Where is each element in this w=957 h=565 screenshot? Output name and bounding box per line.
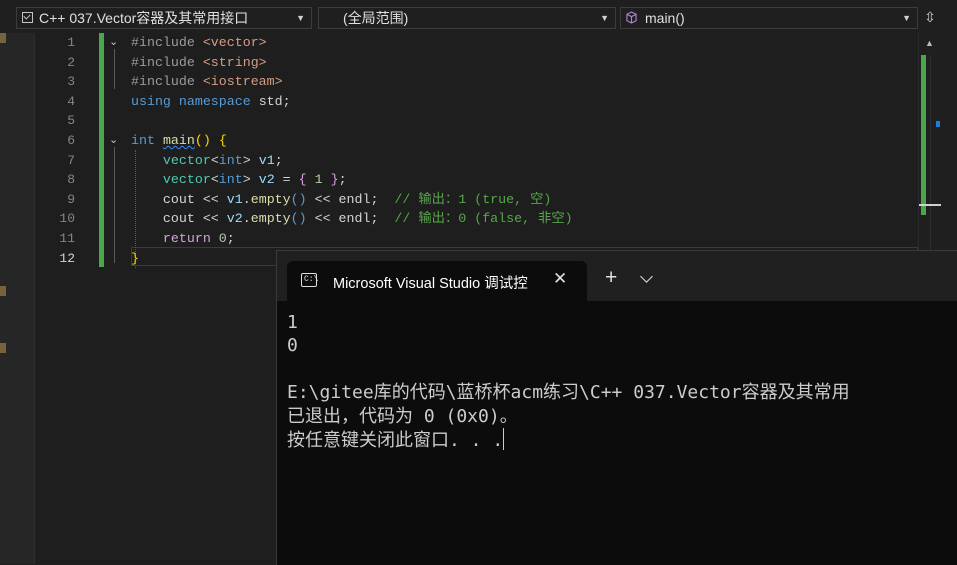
code-line-2: #include <string> — [131, 54, 267, 70]
line-number: 7 — [67, 152, 75, 168]
terminal-icon: C:\ — [301, 273, 319, 287]
scroll-change-marker — [921, 55, 926, 215]
line-number: 9 — [67, 191, 75, 207]
line-number: 10 — [59, 211, 75, 227]
terminal-icon-glyph: C:\ — [304, 275, 319, 284]
fold-toggle-icon[interactable]: ⌄ — [109, 33, 121, 53]
navigation-bar: C++ 037.Vector容器及其常用接口 ▼ (全局范围) ▼ main()… — [0, 0, 957, 33]
chevron-down-icon: ▼ — [600, 13, 609, 23]
code-line-12: } — [131, 250, 139, 266]
scroll-position-marker[interactable] — [919, 204, 941, 206]
console-line: ​ — [287, 358, 850, 381]
fold-guide — [114, 49, 115, 89]
scroll-up-icon[interactable]: ▲ — [925, 38, 934, 48]
left-panel-strip — [0, 33, 35, 564]
scroll-cursor-marker — [936, 121, 940, 127]
chevron-down-icon: ▼ — [902, 13, 911, 23]
text-cursor — [503, 428, 505, 451]
code-line-3: #include <iostream> — [131, 74, 283, 90]
change-indicator-bar — [99, 33, 104, 267]
line-number: 2 — [67, 54, 75, 70]
console-output: 10​E:\gitee库的代码\蓝桥杯acm练习\C++ 037.Vector容… — [287, 311, 850, 452]
line-number: 1 — [67, 35, 75, 50]
clipped-fragment — [0, 33, 6, 43]
line-number-current: 12 — [59, 250, 75, 266]
console-line: 1 — [287, 312, 298, 333]
chevron-down-icon: ▼ — [296, 13, 305, 23]
code-line-1: #include <vector> — [131, 35, 267, 50]
code-line-7: vector<int> v1; — [162, 152, 283, 168]
console-line: 已退出，代码为 0 (0x0)。 — [287, 405, 518, 427]
scope-dropdown[interactable]: (全局范围) ▼ — [318, 7, 616, 29]
console-line: 0 — [287, 335, 298, 357]
console-prompt-line: 按任意键关闭此窗口. . . — [287, 428, 850, 452]
line-number: 4 — [67, 93, 75, 109]
fold-guide — [114, 147, 115, 263]
fold-toggle-icon[interactable]: ⌄ — [109, 131, 121, 151]
console-line: E:\gitee库的代码\蓝桥杯acm练习\C++ 037.Vector容器及其… — [287, 382, 850, 404]
cube-icon — [626, 11, 637, 24]
console-line: 按任意键关闭此窗口. . . — [287, 430, 504, 452]
code-line-10: cout << v2.empty() << endl; // 输出：0 (fal… — [162, 211, 573, 227]
member-dropdown[interactable]: main() ▼ — [620, 7, 918, 29]
split-view-icon[interactable]: ⇳ — [922, 9, 938, 27]
debug-console-window[interactable]: C:\ Microsoft Visual Studio 调试控 ✕ + 10​E… — [276, 250, 957, 565]
clipped-fragment — [0, 286, 6, 296]
code-line-9: cout << v1.empty() << endl; // 输出：1 (tru… — [162, 191, 552, 207]
chevron-down-icon[interactable] — [640, 270, 653, 283]
console-tab[interactable]: C:\ Microsoft Visual Studio 调试控 ✕ — [287, 261, 587, 301]
scroll-track — [930, 55, 931, 255]
code-line-11: return 0; — [162, 231, 235, 246]
console-tab-title: Microsoft Visual Studio 调试控 — [333, 276, 528, 292]
code-line-4: using namespace std; — [131, 93, 291, 109]
line-number: 6 — [67, 133, 75, 148]
code-line-6: int main() { — [131, 133, 227, 148]
line-number: 3 — [67, 74, 75, 90]
console-titlebar: C:\ Microsoft Visual Studio 调试控 ✕ + — [277, 251, 957, 301]
plus-icon[interactable]: + — [605, 267, 617, 288]
line-number: 5 — [67, 113, 75, 129]
project-icon — [22, 12, 33, 23]
clipped-fragment — [0, 343, 6, 353]
close-icon[interactable]: ✕ — [553, 269, 567, 289]
scope-dropdown-label: (全局范围) — [343, 10, 409, 26]
project-dropdown-label: C++ 037.Vector容器及其常用接口 — [39, 10, 249, 26]
member-dropdown-label: main() — [645, 10, 685, 26]
line-number: 11 — [59, 231, 75, 246]
code-line-8: vector<int> v2 = { 1 }; — [162, 172, 347, 188]
project-dropdown[interactable]: C++ 037.Vector容器及其常用接口 ▼ — [16, 7, 312, 29]
line-number: 8 — [67, 172, 75, 188]
